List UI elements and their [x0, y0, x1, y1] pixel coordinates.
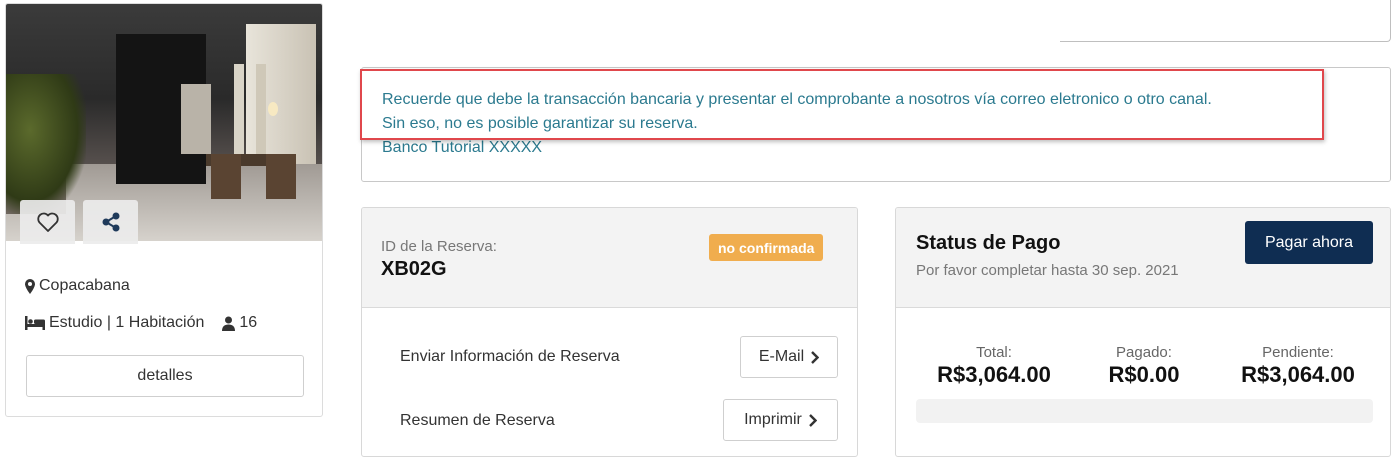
- favorite-button[interactable]: [20, 200, 75, 244]
- chevron-right-icon: [811, 350, 820, 364]
- heart-icon: [36, 212, 59, 232]
- property-card: Copacabana Estudio | 1 Habitación 16 det…: [5, 3, 323, 417]
- share-icon: [102, 212, 119, 232]
- paid-amount: Pagado: R$0.00: [1094, 344, 1194, 388]
- reservation-panel: ID de la Reserva: XB02G no confirmada En…: [361, 207, 858, 457]
- top-panel-edge: [1060, 0, 1391, 42]
- email-button[interactable]: E-Mail: [740, 336, 838, 378]
- reservation-header: ID de la Reserva: XB02G no confirmada: [362, 208, 857, 308]
- payment-deadline: Por favor completar hasta 30 sep. 2021: [916, 262, 1179, 279]
- payment-header: Status de Pago Por favor completar hasta…: [896, 208, 1390, 308]
- status-badge: no confirmada: [709, 234, 824, 261]
- total-value: R$3,064.00: [937, 362, 1051, 387]
- location-label: Copacabana: [39, 277, 130, 294]
- reservation-id: XB02G: [381, 258, 447, 280]
- send-info-label: Enviar Información de Reserva: [400, 348, 620, 365]
- payment-panel: Status de Pago Por favor completar hasta…: [895, 207, 1391, 457]
- guests: 16: [222, 314, 257, 332]
- type-row: Estudio | 1 Habitación 16: [25, 312, 257, 334]
- payment-title: Status de Pago: [916, 232, 1061, 254]
- pending-value: R$3,064.00: [1241, 362, 1355, 387]
- payment-progress-bar: [916, 399, 1373, 423]
- guests-count: 16: [239, 314, 258, 331]
- chevron-right-icon: [809, 413, 817, 427]
- pay-now-button[interactable]: Pagar ahora: [1245, 221, 1373, 264]
- map-marker-icon: [25, 278, 35, 294]
- print-button[interactable]: Imprimir: [723, 399, 838, 441]
- highlight-box: [360, 69, 1324, 140]
- print-button-label: Imprimir: [744, 411, 802, 428]
- reservation-id-label: ID de la Reserva:: [381, 238, 497, 255]
- paid-value: R$0.00: [1108, 362, 1180, 387]
- total-label: Total:: [976, 344, 1012, 361]
- share-button[interactable]: [83, 200, 138, 244]
- pending-amount: Pendiente: R$3,064.00: [1238, 344, 1358, 388]
- details-button[interactable]: detalles: [26, 355, 304, 397]
- pending-label: Pendiente:: [1262, 344, 1334, 361]
- property-info: Copacabana Estudio | 1 Habitación 16: [25, 275, 257, 334]
- bed-icon: [25, 316, 45, 330]
- email-button-label: E-Mail: [758, 348, 805, 365]
- type-label: Estudio | 1 Habitación: [49, 314, 205, 331]
- location-row: Copacabana: [25, 275, 257, 297]
- total-amount: Total: R$3,064.00: [934, 344, 1054, 388]
- user-icon: [222, 316, 236, 331]
- paid-label: Pagado:: [1116, 344, 1172, 361]
- summary-label: Resumen de Reserva: [400, 412, 555, 429]
